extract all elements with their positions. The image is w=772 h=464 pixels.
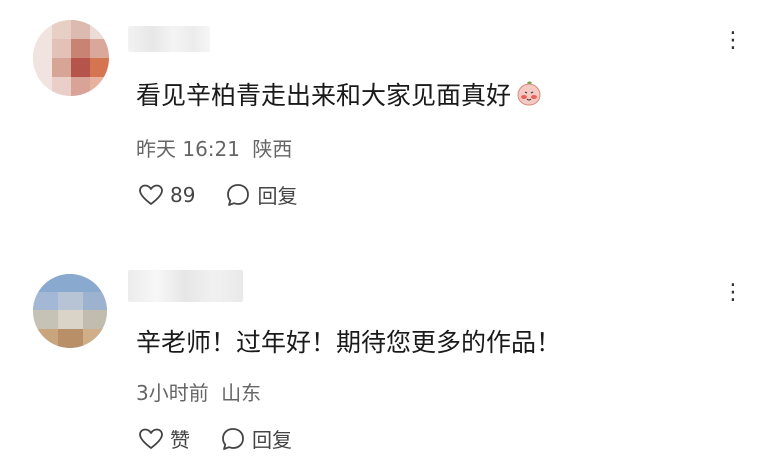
- comment-text: 看见辛柏青走出来和大家见面真好: [136, 76, 543, 112]
- comment-time: 3小时前: [136, 381, 209, 405]
- comment-time: 昨天 16:21: [136, 137, 240, 161]
- avatar[interactable]: [33, 20, 109, 96]
- comment-text: 辛老师！过年好！期待您更多的作品！: [136, 323, 561, 359]
- more-icon[interactable]: ⋮: [722, 282, 746, 304]
- more-icon[interactable]: ⋮: [722, 30, 746, 52]
- comment-actions: 赞 回复: [138, 424, 322, 453]
- shy-peach-emoji-icon: [515, 80, 543, 108]
- comment-meta: 3小时前 山东: [136, 377, 267, 406]
- username-blurred[interactable]: [128, 26, 210, 52]
- like-button[interactable]: 赞: [138, 424, 190, 453]
- comment-text-body: 辛老师！过年好！期待您更多的作品！: [136, 328, 562, 357]
- reply-label: 回复: [252, 428, 292, 452]
- comment-item: ⋮ 辛老师！过年好！期待您更多的作品！ 3小时前 山东 赞 回复: [0, 250, 772, 464]
- reply-label: 回复: [257, 184, 298, 208]
- comment-actions: 89 回复: [138, 180, 327, 209]
- comment-location: 陕西: [252, 137, 293, 161]
- comment-text-body: 看见辛柏青走出来和大家见面真好: [136, 81, 512, 110]
- like-button[interactable]: 89: [138, 183, 195, 207]
- username-blurred[interactable]: [128, 270, 243, 302]
- like-label: 赞: [170, 428, 190, 452]
- speech-bubble-icon: [222, 427, 244, 450]
- comment-item: ⋮ 看见辛柏青走出来和大家见面真好 昨天 16:21 陕西 89 回复: [0, 0, 772, 232]
- reply-button[interactable]: 回复: [225, 180, 297, 209]
- heart-outline-icon: [139, 184, 163, 205]
- comment-meta: 昨天 16:21 陕西: [136, 133, 298, 162]
- avatar[interactable]: [33, 274, 107, 348]
- heart-outline-icon: [139, 428, 163, 449]
- speech-bubble-icon: [227, 183, 250, 206]
- like-count: 89: [170, 182, 196, 207]
- comment-location: 山东: [221, 381, 262, 405]
- reply-button[interactable]: 回复: [220, 424, 292, 453]
